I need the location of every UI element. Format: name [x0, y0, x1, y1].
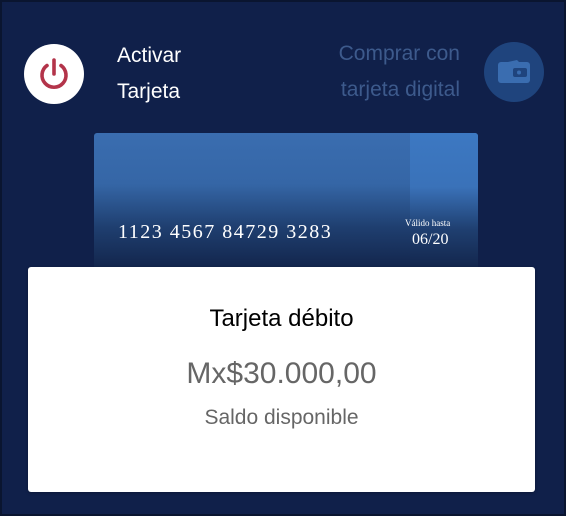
activate-label-line1: Activar	[117, 44, 182, 67]
card-valid-label: Válido hasta	[405, 218, 451, 228]
balance-caption: Saldo disponible	[204, 406, 359, 429]
top-divider	[2, 0, 564, 2]
card-type-title: Tarjeta débito	[209, 305, 354, 332]
debit-card-image[interactable]: 1123 4567 84729 3283 Válido hasta 06/20	[94, 133, 478, 267]
power-icon	[40, 58, 68, 89]
buy-label-line2: tarjeta digital	[340, 78, 460, 101]
activate-card-label[interactable]: Activar Tarjeta	[117, 38, 237, 110]
buy-digital-card-button[interactable]: Comprar con tarjeta digital	[300, 36, 544, 108]
card-valid-date: 06/20	[412, 231, 449, 248]
activate-label-line2: Tarjeta	[117, 80, 181, 103]
wallet-icon	[498, 60, 530, 83]
balance-amount: Mx$30.000,00	[186, 357, 377, 390]
activate-card-button[interactable]: Activar Tarjeta	[24, 38, 237, 110]
balance-panel: Tarjeta débito Mx$30.000,00 Saldo dispon…	[28, 267, 535, 492]
app-screen: Activar Tarjeta Comprar con tarjeta digi…	[0, 0, 566, 516]
wallet-button-circle[interactable]	[484, 42, 544, 102]
card-number: 1123 4567 84729 3283	[118, 221, 333, 243]
buy-digital-card-label[interactable]: Comprar con tarjeta digital	[300, 36, 460, 108]
buy-label-line1: Comprar con	[338, 42, 460, 65]
power-button-circle[interactable]	[24, 44, 84, 104]
